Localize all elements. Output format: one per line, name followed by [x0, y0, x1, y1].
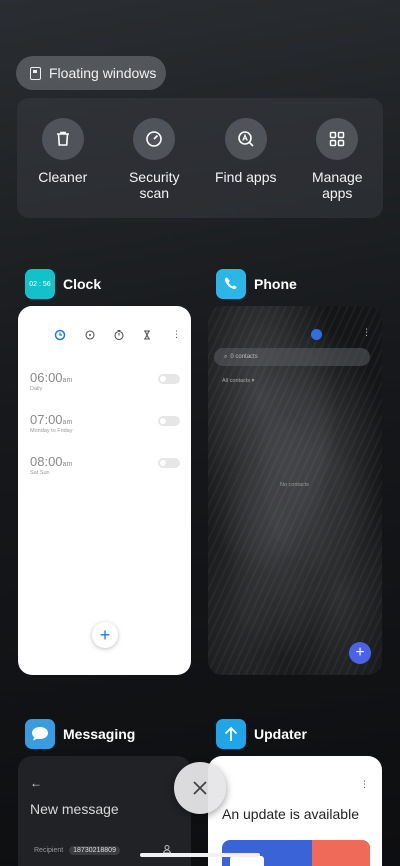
phone-app-header[interactable]: Phone	[216, 269, 297, 299]
floating-windows-label: Floating windows	[49, 65, 157, 81]
alarm-ampm: am	[62, 377, 73, 384]
new-message-title: New message	[30, 801, 119, 817]
messaging-app-name: Messaging	[63, 726, 136, 742]
alarm-time: 08:00	[30, 454, 63, 469]
find-apps-button[interactable]: Find apps	[206, 118, 286, 218]
close-icon	[193, 781, 207, 795]
search-icon: ⌕	[224, 353, 228, 360]
find-apps-icon	[224, 118, 267, 160]
find-apps-label: Find apps	[215, 169, 277, 185]
alarm-row[interactable]: 08:00am Sat Sun	[30, 454, 180, 476]
security-scan-label: Security scan	[128, 169, 180, 201]
alarm-ampm: am	[62, 461, 73, 468]
clock-icon-time: 02 : 56	[29, 280, 51, 288]
clock-app-header[interactable]: 02 : 56 Clock	[25, 269, 101, 299]
back-arrow-icon[interactable]: ←	[30, 776, 42, 790]
manage-apps-button[interactable]: Manage apps	[297, 118, 377, 218]
clock-app-card[interactable]: ⋮ 06:00am Daily 07:00am Monday to Friday…	[18, 306, 191, 675]
phone-app-name: Phone	[254, 276, 297, 292]
phone-app-card[interactable]: ⋮ ⌕ 0 contacts All contacts ▾ No contact…	[208, 306, 382, 675]
messaging-app-icon	[25, 719, 55, 749]
recipient-row[interactable]: Recipient 18730218809	[34, 846, 120, 855]
alarm-toggle[interactable]	[158, 458, 180, 468]
messaging-app-card[interactable]: ← New message Recipient 18730218809	[18, 756, 191, 866]
close-all-button[interactable]	[174, 762, 226, 814]
plus-icon: +	[355, 644, 365, 661]
alarm-row[interactable]: 06:00am Daily	[30, 370, 180, 392]
add-alarm-button[interactable]: +	[92, 622, 118, 648]
add-contact-button[interactable]: +	[349, 642, 371, 664]
clock-more-icon[interactable]: ⋮	[172, 330, 181, 339]
floating-windows-button[interactable]: Floating windows	[16, 56, 166, 90]
alarm-toggle[interactable]	[158, 374, 180, 384]
contacts-search-placeholder: 0 contacts	[230, 354, 258, 360]
contacts-tab-icon[interactable]	[311, 329, 322, 340]
clock-app-icon: 02 : 56	[25, 269, 55, 299]
alarm-time: 06:00	[30, 370, 63, 385]
updater-app-header[interactable]: Updater	[216, 719, 307, 749]
trash-icon	[41, 118, 84, 160]
clock-app-name: Clock	[63, 276, 102, 292]
home-indicator[interactable]	[140, 853, 260, 857]
floating-window-icon	[30, 66, 41, 80]
clock-tab-icons	[54, 329, 150, 341]
plus-icon: +	[99, 624, 111, 645]
security-scan-button[interactable]: Security scan	[114, 118, 194, 218]
quick-actions-panel: Cleaner Security scan Find apps Manage a…	[17, 98, 383, 218]
security-gauge-icon	[133, 118, 176, 160]
contacts-filter[interactable]: All contacts ▾	[222, 378, 254, 384]
updater-app-name: Updater	[254, 726, 307, 742]
alarm-ampm: am	[62, 419, 73, 426]
alarm-repeat: Daily	[30, 386, 43, 392]
alarm-toggle[interactable]	[158, 416, 180, 426]
manage-apps-label: Manage apps	[311, 169, 363, 201]
messaging-app-header[interactable]: Messaging	[25, 719, 135, 749]
alarm-repeat: Monday to Friday	[30, 428, 73, 434]
recipient-label: Recipient	[34, 847, 64, 854]
contacts-search-input[interactable]: ⌕ 0 contacts	[214, 348, 370, 366]
alarm-time: 07:00	[30, 412, 63, 427]
cleaner-label: Cleaner	[38, 169, 88, 185]
grid-icon	[316, 118, 359, 160]
recipient-chip[interactable]: 18730218809	[69, 846, 120, 855]
empty-contacts-text: No contacts	[280, 482, 310, 488]
phone-more-icon[interactable]: ⋮	[362, 328, 371, 337]
updater-more-icon[interactable]: ⋮	[360, 780, 369, 789]
phone-app-icon	[216, 269, 246, 299]
contacts-filter-label: All contacts	[222, 378, 251, 384]
updater-app-card[interactable]: ⋮ An update is available	[208, 756, 382, 866]
updater-app-icon	[216, 719, 246, 749]
update-headline: An update is available	[222, 806, 359, 822]
alarm-row[interactable]: 07:00am Monday to Friday	[30, 412, 180, 434]
cleaner-button[interactable]: Cleaner	[23, 118, 103, 218]
alarm-repeat: Sat Sun	[30, 470, 50, 476]
